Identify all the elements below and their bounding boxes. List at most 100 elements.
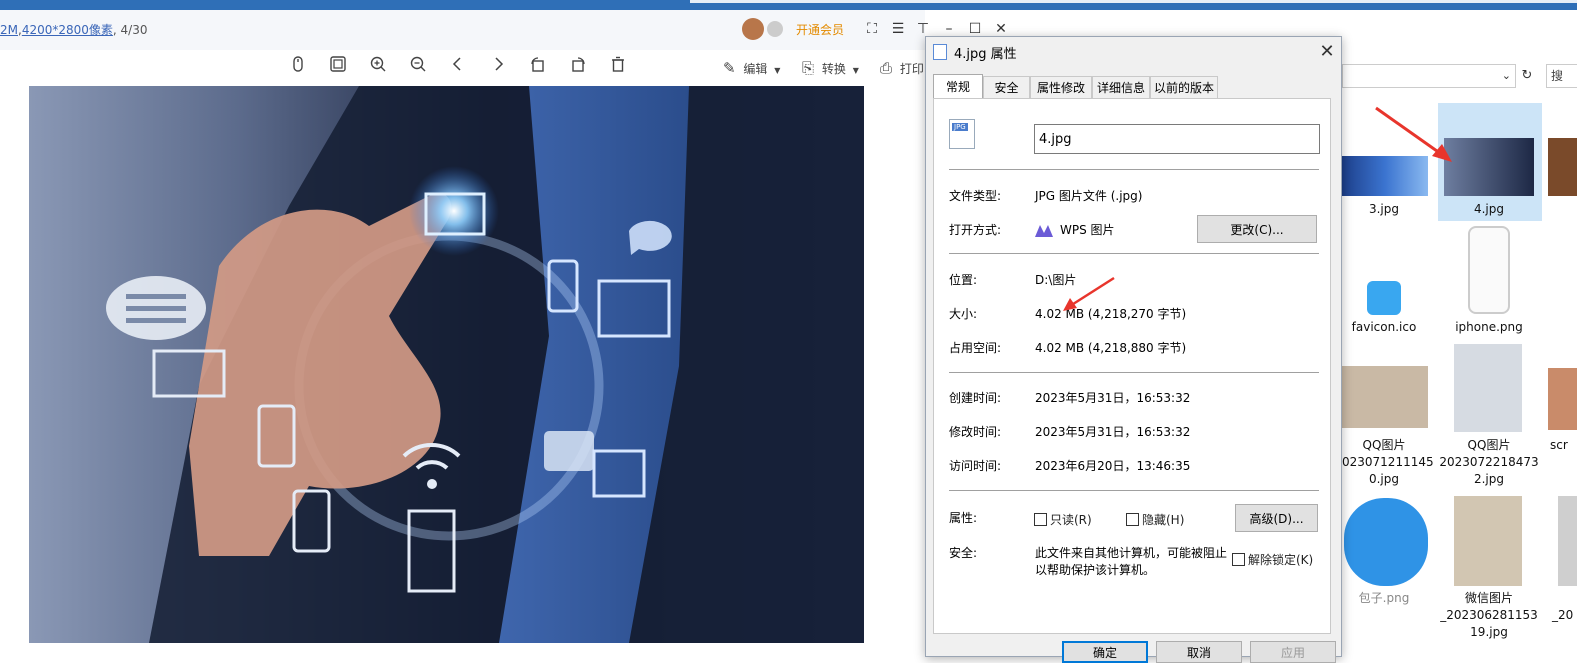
file-icon <box>933 44 947 60</box>
fullscreen-icon[interactable]: ⛶ <box>861 18 883 40</box>
refresh-icon[interactable]: ↻ <box>1518 64 1536 88</box>
file-name: 包子.png <box>1358 591 1410 605</box>
cancel-button[interactable]: 取消 <box>1156 641 1242 663</box>
vip-icon <box>767 21 783 37</box>
file-thumbnail <box>1548 368 1577 430</box>
file-name: 3.jpg <box>1368 202 1400 216</box>
image-info-dimensions[interactable]: 4200*2800像素 <box>22 23 113 37</box>
edit-menu[interactable]: ✎ 编辑 ▼ <box>723 56 780 80</box>
file-thumbnail <box>1468 226 1510 314</box>
file-name: scr <box>1550 438 1568 452</box>
tab-attribute-edit[interactable]: 属性修改 <box>1030 76 1092 98</box>
next-icon[interactable] <box>486 55 510 79</box>
image-info-size[interactable]: 2M <box>0 23 18 37</box>
file-name: 2023072218473 <box>1439 455 1539 469</box>
open-with-label: 打开方式: <box>949 223 1002 237</box>
hidden-checkbox[interactable]: 隐藏(H) <box>1126 511 1184 528</box>
file-thumbnail <box>1367 281 1401 315</box>
divider <box>949 490 1319 491</box>
apply-button[interactable]: 应用 <box>1250 641 1336 663</box>
security-label: 安全: <box>949 546 978 560</box>
file-thumbnail <box>1454 496 1522 586</box>
convert-menu[interactable]: ⎘ 转换 ▼ <box>802 56 859 80</box>
zoom-out-icon[interactable] <box>406 55 430 79</box>
tab-previous-versions[interactable]: 以前的版本 <box>1150 76 1218 98</box>
created-label: 创建时间: <box>949 391 1002 405</box>
print-icon: ⎙ <box>880 59 893 77</box>
filename-input[interactable] <box>1034 124 1320 154</box>
change-button[interactable]: 更改(C)... <box>1197 215 1317 243</box>
file-name: 2.jpg <box>1473 472 1505 486</box>
photo-illustration <box>106 86 864 643</box>
file-explorer-window: ⌄ ↻ 搜 3.jpg 4.jpg favicon.ico iphone.png… <box>1334 56 1577 657</box>
caret-down-icon: ▼ <box>774 66 781 75</box>
main-image[interactable] <box>29 86 864 643</box>
chevron-down-icon[interactable]: ⌄ <box>1502 69 1511 82</box>
readonly-checkbox[interactable]: 只读(R) <box>1034 511 1092 528</box>
tab-general[interactable]: 常规 <box>933 74 983 98</box>
modified-value: 2023年5月31日，16:53:32 <box>1035 425 1191 439</box>
tab-security[interactable]: 安全 <box>983 76 1030 98</box>
file-name: 微信图片 <box>1464 591 1513 605</box>
annotation-arrow-icon <box>1375 106 1452 162</box>
viewer-titlebar: 2M,4200*2800像素, 4/30 开通会员 ⛶ ☰ ⊤ <box>0 10 929 50</box>
address-bar[interactable]: ⌄ <box>1342 64 1516 88</box>
convert-icon: ⎘ <box>802 59 815 77</box>
general-panel: JPG 文件类型: JPG 图片文件 (.jpg) 打开方式: WPS 图片 更… <box>933 98 1331 634</box>
rotate-left-icon[interactable] <box>526 55 550 79</box>
file-name: 2023071211145 <box>1334 455 1434 469</box>
disk-size-label: 占用空间: <box>949 341 1002 355</box>
fit-screen-icon[interactable] <box>326 55 350 79</box>
divider <box>949 372 1319 373</box>
annotation-arrow-icon <box>1063 276 1115 311</box>
unblock-checkbox[interactable]: 解除锁定(K) <box>1232 551 1313 568</box>
file-name: _202306281153 <box>1440 608 1538 622</box>
size-label: 大小: <box>949 307 978 321</box>
file-type-label: 文件类型: <box>949 189 1002 203</box>
advanced-button[interactable]: 高级(D)... <box>1235 504 1318 532</box>
created-value: 2023年5月31日，16:53:32 <box>1035 391 1191 405</box>
rotate-right-icon[interactable] <box>566 55 590 79</box>
file-name: QQ图片 <box>1467 438 1511 452</box>
tab-details[interactable]: 详细信息 <box>1092 76 1150 98</box>
caret-down-icon: ▼ <box>852 66 859 75</box>
file-name: 4.jpg <box>1473 202 1505 216</box>
dialog-title: 4.jpg 属性 <box>954 47 1017 62</box>
divider <box>949 169 1319 170</box>
file-thumbnail <box>1342 366 1428 428</box>
mouse-mode-icon[interactable] <box>286 55 310 79</box>
file-thumbnail <box>1344 498 1428 586</box>
checkbox-box <box>1232 553 1245 566</box>
file-name: iphone.png <box>1455 320 1523 334</box>
delete-icon[interactable] <box>606 55 630 79</box>
jpg-file-icon: JPG <box>949 119 975 149</box>
previous-icon[interactable] <box>446 55 470 79</box>
file-name: 0.jpg <box>1368 472 1400 486</box>
vip-link[interactable]: 开通会员 <box>796 21 844 38</box>
accessed-value: 2023年6月20日，13:46:35 <box>1035 459 1191 473</box>
dialog-close-button[interactable]: ✕ <box>1314 39 1340 63</box>
file-type-value: JPG 图片文件 (.jpg) <box>1035 189 1143 203</box>
file-name: favicon.ico <box>1351 320 1417 334</box>
file-thumbnail <box>1454 344 1522 432</box>
ok-button[interactable]: 确定 <box>1062 641 1148 663</box>
background-window-edge <box>690 0 1577 3</box>
print-menu[interactable]: ⎙ 打印 <box>880 56 924 80</box>
modified-label: 修改时间: <box>949 425 1002 439</box>
security-text-line2: 以帮助保护该计算机。 <box>1035 563 1156 577</box>
search-input[interactable]: 搜 <box>1546 64 1577 88</box>
checkbox-box <box>1126 513 1139 526</box>
viewer-toolbar: ✎ 编辑 ▼ ⎘ 转换 ▼ ⎙ 打印 <box>0 50 925 86</box>
image-info: 2M,4200*2800像素, 4/30 <box>0 23 148 37</box>
zoom-in-icon[interactable] <box>366 55 390 79</box>
avatar[interactable] <box>742 18 764 40</box>
menu-icon[interactable]: ☰ <box>887 18 909 40</box>
security-text-line1: 此文件来自其他计算机，可能被阻止 <box>1035 546 1227 560</box>
disk-size-value: 4.02 MB (4,218,880 字节) <box>1035 341 1187 355</box>
image-info-index: , 4/30 <box>112 23 148 37</box>
attributes-label: 属性: <box>949 511 978 525</box>
accessed-label: 访问时间: <box>949 459 1002 473</box>
checkbox-box <box>1034 513 1047 526</box>
location-label: 位置: <box>949 273 978 287</box>
wps-app-icon <box>1035 225 1053 237</box>
